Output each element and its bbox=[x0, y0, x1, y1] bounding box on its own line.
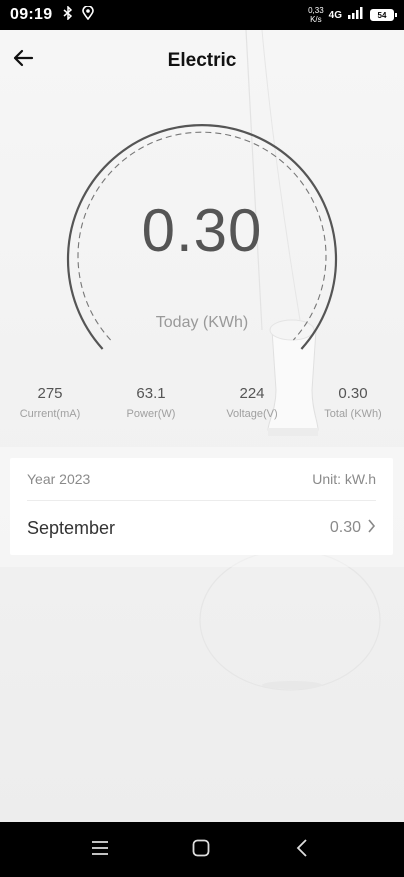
arrow-left-icon bbox=[12, 49, 34, 72]
month-name: September bbox=[27, 517, 116, 538]
net-speed-unit: K/s bbox=[310, 15, 322, 24]
today-energy-value: 0.30 bbox=[141, 197, 263, 264]
status-right-icons: 0,33 K/s 4G 54 bbox=[308, 6, 397, 24]
month-value: 0.30 bbox=[329, 519, 361, 536]
monthly-record-card: Year 2023 Unit: kW.h September 0.30 bbox=[10, 458, 393, 555]
stat-label: Current(mA) bbox=[19, 408, 81, 420]
stat-value: 63.1 bbox=[136, 385, 166, 402]
battery-level: 54 bbox=[377, 10, 387, 20]
stats-row: 275 Current(mA) 63.1 Power(W) 224 Voltag… bbox=[0, 385, 404, 425]
net-speed: 0,33 K/s bbox=[308, 6, 324, 24]
menu-icon bbox=[91, 840, 109, 860]
chevron-left-icon bbox=[296, 838, 308, 862]
month-row-september[interactable]: September 0.30 bbox=[27, 501, 376, 555]
battery-icon: 54 bbox=[370, 9, 397, 21]
system-back-button[interactable] bbox=[288, 836, 316, 864]
stat-current: 275 Current(mA) bbox=[0, 385, 100, 420]
home-square-icon bbox=[192, 839, 210, 862]
stat-value: 0.30 bbox=[338, 385, 368, 402]
stat-label: Power(W) bbox=[126, 408, 176, 420]
stat-power: 63.1 Power(W) bbox=[101, 385, 201, 420]
net-speed-value: 0,33 bbox=[308, 6, 324, 15]
recent-apps-button[interactable] bbox=[86, 836, 114, 864]
record-unit: Unit: kW.h bbox=[312, 471, 376, 487]
stat-label: Total (KWh) bbox=[324, 408, 382, 420]
network-type: 4G bbox=[328, 9, 342, 21]
month-right: 0.30 bbox=[329, 518, 376, 538]
back-button[interactable] bbox=[10, 47, 36, 73]
stat-value: 275 bbox=[37, 385, 63, 402]
system-nav-bar bbox=[0, 822, 404, 877]
record-card-header: Year 2023 Unit: kW.h bbox=[27, 458, 376, 501]
record-year: Year 2023 bbox=[27, 471, 91, 487]
main-screen: Electric 0.30 Today (KWh) 275 Current(mA… bbox=[0, 30, 404, 822]
energy-gauge: 0.30 Today (KWh) bbox=[0, 90, 404, 380]
home-button[interactable] bbox=[187, 836, 215, 864]
stat-label: Voltage(V) bbox=[226, 408, 278, 420]
bluetooth-icon bbox=[62, 4, 74, 25]
status-time: 09:19 bbox=[10, 6, 53, 23]
signal-icon bbox=[347, 6, 365, 24]
stat-value: 224 bbox=[239, 385, 265, 402]
stat-voltage: 224 Voltage(V) bbox=[202, 385, 302, 420]
today-energy-label: Today (KWh) bbox=[155, 314, 249, 331]
app-header: Electric bbox=[0, 30, 404, 92]
chevron-right-icon bbox=[367, 518, 376, 538]
location-icon bbox=[82, 4, 95, 25]
page-title: Electric bbox=[167, 50, 237, 71]
stat-total: 0.30 Total (KWh) bbox=[303, 385, 403, 420]
status-bar: 09:19 0,33 K/s 4G 54 bbox=[0, 0, 404, 30]
status-left-icons bbox=[62, 4, 95, 25]
